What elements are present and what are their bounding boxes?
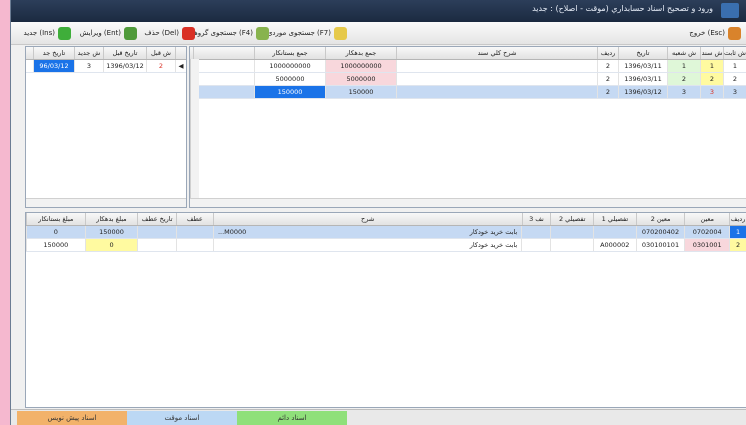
col-new-date[interactable]: تاريخ جد <box>33 47 74 59</box>
edit-icon <box>124 26 137 40</box>
col-tafsili1[interactable]: تفصيلي 1 <box>593 213 636 225</box>
document-lines-header: رديف معين معين 2 تفصيلي 1 تفصيلي 2 نف 3 … <box>26 213 746 226</box>
search-doc-button[interactable]: جستجوی موردی (F7) <box>267 25 347 41</box>
table-row[interactable]: ◀ 2 1396/03/12 3 96/03/12 <box>26 60 186 73</box>
main-window: ورود و تصحيح اسناد حسابداري (موقت - اصلا… <box>10 0 746 425</box>
search-doc-label: جستجوی موردی (F7) <box>266 29 331 37</box>
delete-label: حذف (Del) <box>144 29 179 37</box>
status-bar: اسناد دائم اسناد موقت اسناد پيش نويس <box>11 409 746 425</box>
previous-numbers-header: ش قبل تاريخ قبل ش جديد تاريخ جد <box>26 47 186 60</box>
col-description[interactable]: شرح كلي سند <box>396 47 597 59</box>
col-line-seq[interactable]: رديف <box>729 213 746 225</box>
col-atf[interactable]: عطف <box>175 213 213 225</box>
documents-grid: ش ثابت ش سند ش شعبه تاريخ رديف شرح كلي س… <box>189 46 746 208</box>
toolbar: خروج (Esc) جستجوی موردی (F7) جستجوی گروه… <box>11 22 746 45</box>
tab-draft-docs[interactable]: اسناد پيش نويس <box>17 411 127 425</box>
col-date[interactable]: تاريخ <box>618 47 667 59</box>
col-tafsili3[interactable]: نف 3 <box>521 213 551 225</box>
col-total-debit[interactable]: جمع بدهكار <box>325 47 396 59</box>
group-search-icon <box>256 26 269 40</box>
edit-label: ويرايش (Ent) <box>79 29 121 37</box>
new-label: جديد (Ins) <box>23 29 55 37</box>
table-row-selected[interactable]: 1 0702004 070200402 بابت خريد خودكار M00… <box>26 226 746 239</box>
col-prev-no[interactable]: ش قبل <box>146 47 175 59</box>
col-credit-amount[interactable]: مبلغ بستانكار <box>26 213 85 225</box>
search-group-button[interactable]: جستجوی گروهی (F4) <box>188 25 269 41</box>
exit-label: خروج (Esc) <box>689 29 725 37</box>
search-icon <box>334 26 347 40</box>
title-bar: ورود و تصحيح اسناد حسابداري (موقت - اصلا… <box>11 0 746 22</box>
col-prev-date[interactable]: تاريخ قبل <box>103 47 146 59</box>
line-description-text: بابت خريد خودكار <box>469 228 518 236</box>
col-new-no[interactable]: ش جديد <box>74 47 103 59</box>
col-total-credit[interactable]: جمع بستانكار <box>254 47 325 59</box>
exit-door-icon <box>728 26 741 40</box>
exit-button[interactable]: خروج (Esc) <box>689 25 741 41</box>
line-description-text: بابت خريد خودكار <box>469 241 518 249</box>
table-row-selected[interactable]: 3 3 3 1396/03/12 2 150000 150000 <box>190 86 746 99</box>
side-col-marker <box>175 47 186 59</box>
previous-numbers-grid: ش قبل تاريخ قبل ش جديد تاريخ جد ◀ 2 1396… <box>25 46 187 208</box>
col-moein[interactable]: معين <box>684 213 729 225</box>
app-icon <box>721 3 739 18</box>
plus-icon <box>58 26 71 40</box>
col-tafsili2[interactable]: تفصيلي 2 <box>550 213 593 225</box>
table-row[interactable]: 2 2 2 1396/03/11 2 5000000 5000000 <box>190 73 746 86</box>
col-atf-date[interactable]: تاريخ عطف <box>137 213 176 225</box>
col-line-description[interactable]: شرح <box>212 213 522 225</box>
new-button[interactable]: جديد (Ins) <box>24 25 71 41</box>
tab-permanent-docs[interactable]: اسناد دائم <box>237 411 347 425</box>
col-debit-amount[interactable]: مبلغ بدهكار <box>84 213 138 225</box>
documents-horizontal-scrollbar[interactable] <box>190 198 746 207</box>
document-lines-grid: رديف معين معين 2 تفصيلي 1 تفصيلي 2 نف 3 … <box>25 212 746 408</box>
documents-vertical-scrollbar[interactable] <box>190 59 199 199</box>
col-fixed-no[interactable]: ش ثابت <box>723 47 746 59</box>
col-branch-no[interactable]: ش شعبه <box>667 47 700 59</box>
tab-temporary-docs[interactable]: اسناد موقت <box>127 411 237 425</box>
edit-button[interactable]: ويرايش (Ent) <box>80 25 137 41</box>
documents-grid-header: ش ثابت ش سند ش شعبه تاريخ رديف شرح كلي س… <box>190 47 746 60</box>
table-row[interactable]: 1 1 1 1396/03/11 2 1000000000 1000000000 <box>190 60 746 73</box>
delete-button[interactable]: حذف (Del) <box>144 25 195 41</box>
col-seq[interactable]: رديف <box>597 47 618 59</box>
col-doc-no[interactable]: ش سند <box>700 47 723 59</box>
delete-x-icon <box>182 26 195 40</box>
line-code-text: M0000... <box>217 228 247 236</box>
col-moein2[interactable]: معين 2 <box>635 213 685 225</box>
side-horizontal-scrollbar[interactable] <box>26 198 186 207</box>
window-title: ورود و تصحيح اسناد حسابداري (موقت - اصلا… <box>532 4 713 13</box>
table-row[interactable]: 2 0301001 030100101 A000002 بابت خريد خو… <box>26 239 746 252</box>
search-group-label: جستجوی گروهی (F4) <box>188 29 253 37</box>
col-filler <box>193 47 254 59</box>
